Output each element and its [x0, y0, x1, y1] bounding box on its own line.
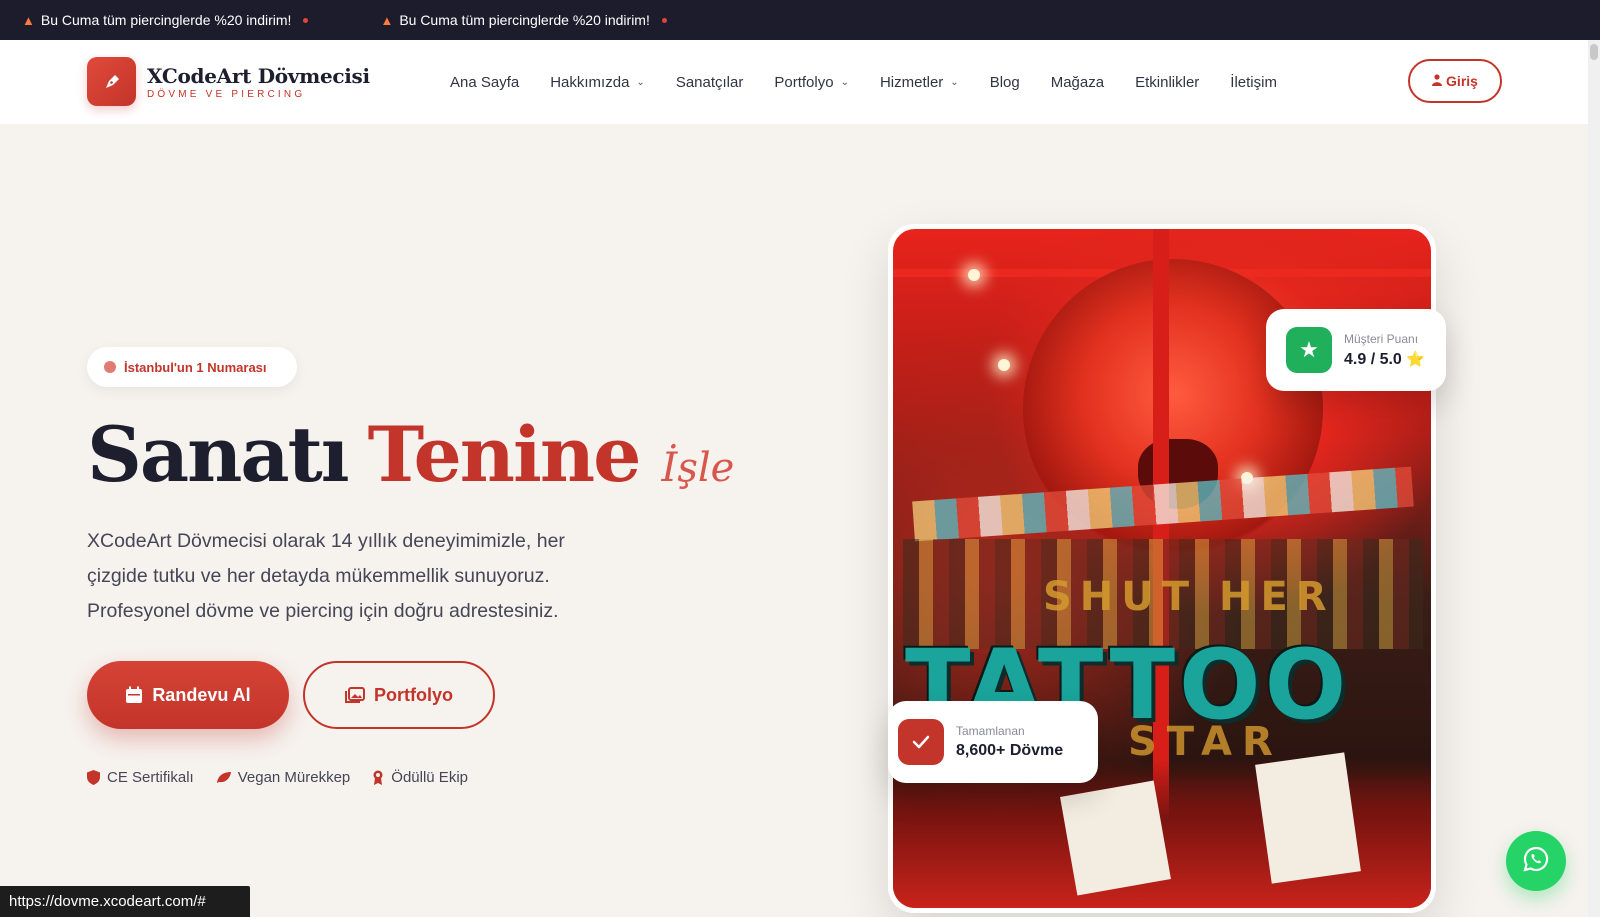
nav-item-events[interactable]: Etkinlikler — [1135, 74, 1199, 91]
hero-badge: İstanbul'un 1 Numarası — [87, 347, 297, 387]
page-scrollbar[interactable] — [1588, 40, 1600, 917]
nav-item-home[interactable]: Ana Sayfa — [450, 74, 519, 91]
site-logo[interactable]: XCodeArt Dövmecisi DÖVME VE PIERCING — [87, 57, 370, 106]
completed-label: Tamamlanan — [956, 724, 1025, 738]
status-bar-url: https://dovme.xcodeart.com/# — [0, 886, 250, 917]
leaf-icon — [216, 771, 231, 784]
main-nav: Ana Sayfa Hakkımızda ⌄ Sanatçılar Portfo… — [450, 40, 1308, 124]
feature-label: Vegan Mürekkep — [237, 769, 351, 786]
pen-icon — [87, 57, 136, 106]
feature-label: Ödüllü Ekip — [391, 769, 468, 786]
announcement-item: ▲ Bu Cuma tüm piercinglerde %20 indirim! — [380, 12, 667, 28]
announcement-bar: ▲ Bu Cuma tüm piercinglerde %20 indirim!… — [0, 0, 1600, 40]
calendar-icon — [125, 686, 143, 704]
hero-description: XCodeArt Dövmecisi olarak 14 yıllık dene… — [87, 530, 565, 622]
feature-item: Vegan Mürekkep — [216, 769, 351, 786]
shop-sign-top: SHUT HER — [1043, 574, 1335, 620]
fire-icon: ▲ — [380, 12, 394, 28]
nav-item-about[interactable]: Hakkımızda ⌄ — [550, 74, 645, 91]
announcement-text: Bu Cuma tüm piercinglerde %20 indirim! — [399, 12, 650, 28]
separator-dot — [303, 17, 309, 23]
nav-item-label: İletişim — [1230, 73, 1277, 91]
hero-title-red: Tenine — [367, 410, 642, 499]
shield-icon — [87, 770, 100, 785]
nav-item-artists[interactable]: Sanatçılar — [676, 74, 744, 91]
completed-value: 8,600+ Dövme — [956, 742, 1064, 759]
nav-item-label: Mağaza — [1050, 73, 1105, 91]
portfolio-button-label: Portfolyo — [374, 684, 453, 705]
hero-badge-text: İstanbul'un 1 Numarası — [124, 359, 267, 375]
nav-item-label: Etkinlikler — [1135, 73, 1200, 91]
portfolio-button[interactable]: Portfolyo — [303, 661, 495, 729]
nav-item-services[interactable]: Hizmetler ⌄ — [880, 74, 959, 91]
chevron-down-icon: ⌄ — [636, 76, 645, 88]
whatsapp-button[interactable] — [1506, 831, 1566, 891]
feature-item: Ödüllü Ekip — [372, 769, 468, 786]
nav-item-blog[interactable]: Blog — [990, 74, 1020, 91]
nav-item-label: Portfolyo — [774, 73, 834, 91]
nav-item-label: Hakkımızda — [550, 73, 630, 91]
whatsapp-icon — [1522, 845, 1550, 878]
star-icon: ★ — [1286, 327, 1332, 373]
hero-features: CE Sertifikalı Vegan Mürekkep Ödüllü Eki… — [87, 769, 490, 786]
completed-card: Tamamlanan 8,600+ Dövme — [888, 701, 1098, 783]
images-icon — [345, 686, 365, 704]
announcement-item: ▲ Bu Cuma tüm piercinglerde %20 indirim! — [22, 12, 309, 28]
chevron-down-icon: ⌄ — [950, 76, 959, 88]
book-appointment-label: Randevu Al — [152, 684, 251, 705]
pulse-dot-icon — [104, 361, 116, 373]
nav-item-label: Hizmetler — [879, 73, 944, 91]
brand-tagline: DÖVME VE PIERCING — [147, 88, 306, 100]
nav-item-label: Ana Sayfa — [450, 73, 520, 91]
rating-value: 4.9 / 5.0 — [1344, 350, 1402, 368]
rating-card: ★ Müşteri Puanı 4.9 / 5.0 ⭐ — [1266, 309, 1446, 391]
login-button[interactable]: Giriş — [1408, 59, 1502, 103]
announcement-text: Bu Cuma tüm piercinglerde %20 indirim! — [40, 12, 292, 28]
hero-title: Sanatı Tenine İşle — [87, 410, 734, 499]
login-label: Giriş — [1446, 73, 1478, 89]
check-icon — [898, 719, 944, 765]
rating-label: Müşteri Puanı — [1344, 331, 1419, 346]
scrollbar-thumb[interactable] — [1590, 44, 1598, 60]
separator-dot — [661, 17, 667, 23]
award-icon — [372, 770, 384, 785]
feature-label: CE Sertifikalı — [107, 769, 194, 786]
nav-item-contact[interactable]: İletişim — [1230, 74, 1277, 91]
hero-title-dark: Sanatı — [87, 410, 350, 499]
nav-item-shop[interactable]: Mağaza — [1051, 74, 1104, 91]
hero-title-script: İşle — [661, 445, 735, 491]
nav-item-portfolio[interactable]: Portfolyo ⌄ — [774, 74, 849, 91]
fire-icon: ▲ — [22, 12, 35, 28]
chevron-down-icon: ⌄ — [840, 76, 849, 88]
site-header: XCodeArt Dövmecisi DÖVME VE PIERCING Ana… — [0, 40, 1588, 124]
feature-item: CE Sertifikalı — [87, 769, 194, 786]
announcement-ticker: ▲ Bu Cuma tüm piercinglerde %20 indirim!… — [0, 12, 739, 28]
nav-item-label: Blog — [989, 73, 1020, 91]
nav-item-label: Sanatçılar — [675, 73, 744, 91]
brand-name: XCodeArt Dövmecisi — [147, 63, 370, 88]
user-icon — [1432, 73, 1443, 89]
star-emoji-icon: ⭐ — [1406, 350, 1425, 368]
book-appointment-button[interactable]: Randevu Al — [87, 661, 289, 729]
